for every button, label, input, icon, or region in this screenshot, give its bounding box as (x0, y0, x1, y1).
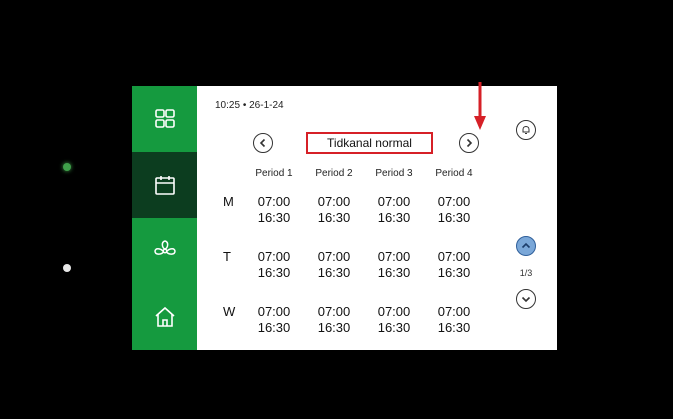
status-separator: • (242, 100, 247, 111)
notification-button[interactable] (516, 120, 536, 140)
chevron-down-icon (521, 296, 531, 303)
sidebar-item-schedule[interactable] (132, 152, 197, 218)
day-label: M (223, 194, 234, 209)
chevron-left-icon (259, 138, 266, 148)
fan-icon (153, 240, 176, 255)
period-header: Period 2 (315, 168, 353, 179)
time-cell[interactable]: 07:00 16:30 (309, 194, 359, 226)
status-bar: 10:25 • 26-1-24 (215, 100, 284, 111)
time-cell[interactable]: 07:00 16:30 (309, 304, 359, 336)
period-header: Period 1 (255, 168, 293, 179)
scroll-up-button[interactable] (516, 236, 536, 256)
home-icon (154, 306, 175, 327)
prev-button[interactable] (253, 133, 273, 153)
chevron-up-icon (521, 242, 531, 249)
grid-icon (154, 109, 175, 128)
page-indicator: 1/3 (519, 268, 533, 278)
status-date: 26-1-24 (249, 100, 284, 111)
day-label: T (223, 249, 231, 264)
status-led-green (63, 163, 71, 171)
annotation-arrow-icon (474, 82, 486, 130)
time-cell[interactable]: 07:00 16:30 (249, 249, 299, 281)
clock-time: 10:25 (215, 100, 241, 111)
calendar-icon (154, 176, 175, 195)
sidebar-item-dashboard[interactable] (132, 86, 197, 152)
time-cell[interactable]: 07:00 16:30 (429, 194, 479, 226)
day-label: W (223, 304, 236, 319)
chevron-right-icon (466, 138, 473, 148)
time-cell[interactable]: 07:00 16:30 (429, 249, 479, 281)
schedule-title: Tidkanal normal (306, 132, 433, 154)
sidebar-item-home[interactable] (132, 284, 197, 350)
sidebar-item-fan[interactable] (132, 218, 197, 284)
sidebar (132, 86, 197, 350)
status-led-white (63, 264, 71, 272)
time-cell[interactable]: 07:00 16:30 (309, 249, 359, 281)
time-cell[interactable]: 07:00 16:30 (369, 249, 419, 281)
time-cell[interactable]: 07:00 16:30 (369, 194, 419, 226)
period-header: Period 4 (435, 168, 473, 179)
time-cell[interactable]: 07:00 16:30 (429, 304, 479, 336)
time-cell[interactable]: 07:00 16:30 (249, 194, 299, 226)
time-cell[interactable]: 07:00 16:30 (249, 304, 299, 336)
time-cell[interactable]: 07:00 16:30 (369, 304, 419, 336)
touch-screen: 10:25 • 26-1-24 Tidkanal normal Period 1… (132, 86, 557, 350)
schedule-panel: 10:25 • 26-1-24 Tidkanal normal Period 1… (197, 86, 557, 350)
next-button[interactable] (459, 133, 479, 153)
scroll-down-button[interactable] (516, 289, 536, 309)
period-header: Period 3 (375, 168, 413, 179)
bell-icon (522, 125, 530, 134)
